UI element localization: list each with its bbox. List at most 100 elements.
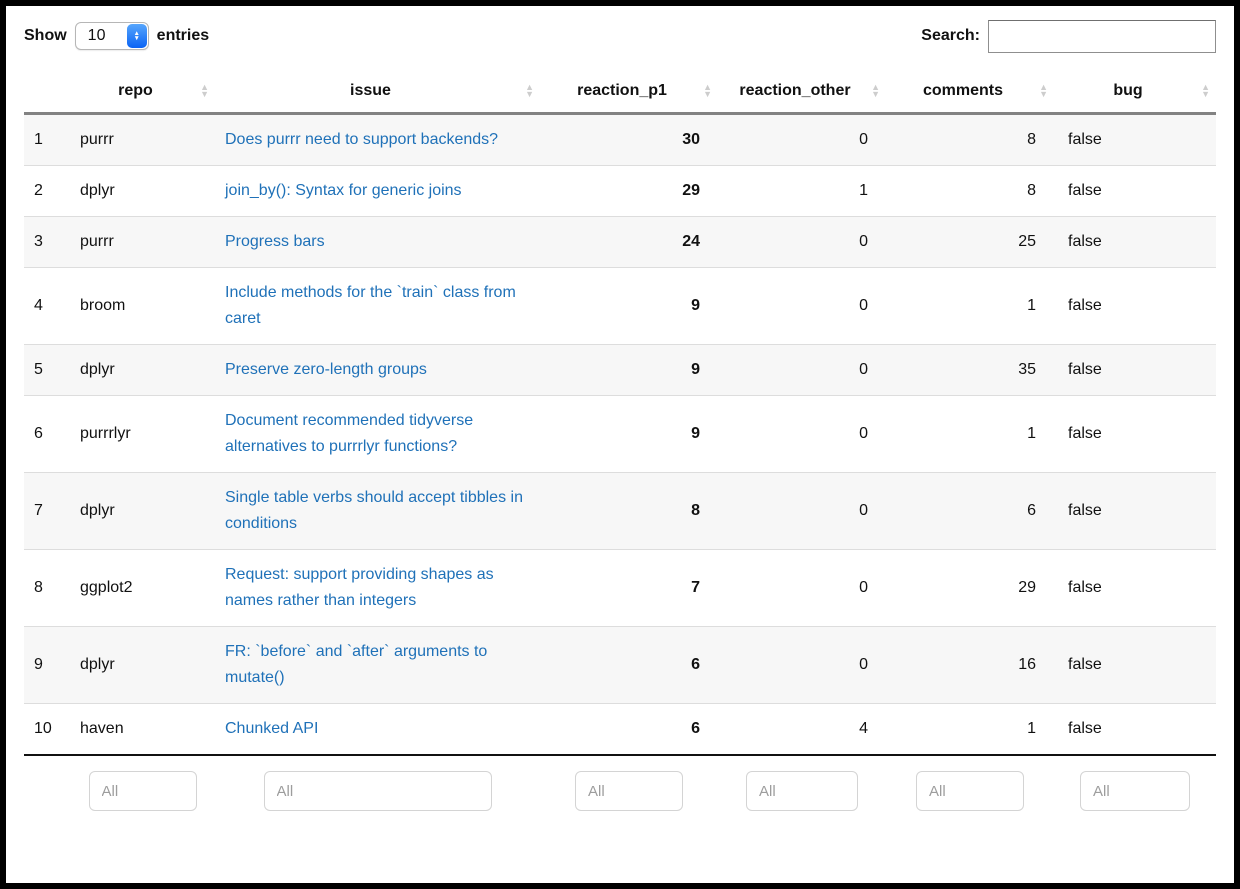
issue-cell: Progress bars (215, 217, 540, 268)
table-row: 10havenChunked API641false (24, 704, 1216, 756)
column-header-label: bug (1113, 82, 1142, 99)
table-row: 4broomInclude methods for the `train` cl… (24, 268, 1216, 345)
page-length-control: Show 10 ▲▼ entries (24, 22, 209, 50)
issue-link[interactable]: FR: `before` and `after` arguments to mu… (225, 643, 487, 686)
index-cell: 6 (24, 396, 70, 473)
bug-cell: false (1054, 704, 1216, 756)
bug-cell: false (1054, 268, 1216, 345)
page-length-value: 10 (88, 27, 106, 45)
reaction_p1-cell: 9 (540, 396, 718, 473)
sort-both-icon: ▲▼ (871, 84, 880, 98)
reaction_other-cell: 4 (718, 704, 886, 756)
issues-table: repo▲▼issue▲▼reaction_p1▲▼reaction_other… (24, 70, 1216, 817)
comments-cell: 35 (886, 345, 1054, 396)
table-row: 5dplyrPreserve zero-length groups9035fal… (24, 345, 1216, 396)
bug-cell: false (1054, 345, 1216, 396)
issue-cell: Include methods for the `train` class fr… (215, 268, 540, 345)
issue-cell: Document recommended tidyverse alternati… (215, 396, 540, 473)
column-filter-input-reaction_p1[interactable] (575, 771, 683, 811)
repo-cell: dplyr (70, 166, 215, 217)
column-filter-input-comments[interactable] (916, 771, 1024, 811)
reaction_p1-cell: 29 (540, 166, 718, 217)
issue-link[interactable]: Preserve zero-length groups (225, 361, 427, 378)
comments-cell: 1 (886, 396, 1054, 473)
reaction_other-cell: 0 (718, 396, 886, 473)
search-control: Search: (921, 20, 1216, 53)
show-label: Show (24, 27, 67, 45)
table-header: repo▲▼issue▲▼reaction_p1▲▼reaction_other… (24, 70, 1216, 114)
issue-link[interactable]: Does purrr need to support backends? (225, 131, 498, 148)
column-filter-input-repo[interactable] (89, 771, 197, 811)
reaction_p1-cell: 8 (540, 473, 718, 550)
repo-cell: purrrlyr (70, 396, 215, 473)
repo-cell: haven (70, 704, 215, 756)
issue-link[interactable]: Document recommended tidyverse alternati… (225, 412, 473, 455)
comments-cell: 8 (886, 114, 1054, 166)
column-header-label: reaction_p1 (577, 82, 667, 99)
index-cell: 2 (24, 166, 70, 217)
page-length-select[interactable]: 10 ▲▼ (75, 22, 149, 50)
table-row: 9dplyrFR: `before` and `after` arguments… (24, 627, 1216, 704)
column-filter-input-bug[interactable] (1080, 771, 1190, 811)
comments-cell: 29 (886, 550, 1054, 627)
reaction_other-cell: 0 (718, 627, 886, 704)
bug-cell: false (1054, 627, 1216, 704)
bug-cell: false (1054, 550, 1216, 627)
issue-link[interactable]: Request: support providing shapes as nam… (225, 566, 494, 609)
table-row: 8ggplot2Request: support providing shape… (24, 550, 1216, 627)
index-cell: 5 (24, 345, 70, 396)
issue-cell: Single table verbs should accept tibbles… (215, 473, 540, 550)
column-header-comments[interactable]: comments▲▼ (886, 70, 1054, 114)
column-header-reaction_other[interactable]: reaction_other▲▼ (718, 70, 886, 114)
search-input[interactable] (988, 20, 1216, 53)
column-header-issue[interactable]: issue ▲▼ (215, 70, 540, 114)
bug-cell: false (1054, 114, 1216, 166)
column-header-reaction_p1[interactable]: reaction_p1▲▼ (540, 70, 718, 114)
issue-link[interactable]: Single table verbs should accept tibbles… (225, 489, 523, 532)
reaction_p1-cell: 9 (540, 345, 718, 396)
index-cell: 4 (24, 268, 70, 345)
filter-cell-comments (886, 755, 1054, 817)
bug-cell: false (1054, 396, 1216, 473)
issue-link[interactable]: join_by(): Syntax for generic joins (225, 182, 462, 199)
comments-cell: 8 (886, 166, 1054, 217)
issue-link[interactable]: Include methods for the `train` class fr… (225, 284, 516, 327)
column-filter-input-reaction_other[interactable] (746, 771, 858, 811)
index-cell: 9 (24, 627, 70, 704)
comments-cell: 6 (886, 473, 1054, 550)
repo-cell: dplyr (70, 627, 215, 704)
column-header-label: repo (118, 82, 153, 99)
select-stepper-icon: ▲▼ (127, 24, 147, 48)
table-controls: Show 10 ▲▼ entries Search: (24, 18, 1216, 54)
repo-cell: purrr (70, 114, 215, 166)
issue-link[interactable]: Chunked API (225, 720, 318, 737)
issue-link[interactable]: Progress bars (225, 233, 325, 250)
reaction_p1-cell: 30 (540, 114, 718, 166)
entries-label: entries (157, 27, 209, 45)
issue-cell: join_by(): Syntax for generic joins (215, 166, 540, 217)
sort-both-icon: ▲▼ (200, 84, 209, 98)
index-cell: 10 (24, 704, 70, 756)
reaction_other-cell: 0 (718, 345, 886, 396)
column-header-label: issue (350, 82, 391, 99)
bug-cell: false (1054, 473, 1216, 550)
column-header-repo[interactable]: repo ▲▼ (70, 70, 215, 114)
column-header-index (24, 70, 70, 114)
column-filter-input-issue[interactable] (264, 771, 492, 811)
table-row: 7dplyrSingle table verbs should accept t… (24, 473, 1216, 550)
repo-cell: dplyr (70, 473, 215, 550)
column-header-bug[interactable]: bug▲▼ (1054, 70, 1216, 114)
index-cell: 1 (24, 114, 70, 166)
reaction_p1-cell: 7 (540, 550, 718, 627)
reaction_other-cell: 0 (718, 217, 886, 268)
bug-cell: false (1054, 166, 1216, 217)
bug-cell: false (1054, 217, 1216, 268)
table-row: 3purrrProgress bars24025false (24, 217, 1216, 268)
filter-cell-reaction_p1 (540, 755, 718, 817)
table-row: 6purrrlyrDocument recommended tidyverse … (24, 396, 1216, 473)
table-footer (24, 755, 1216, 817)
reaction_p1-cell: 24 (540, 217, 718, 268)
filter-cell-reaction_other (718, 755, 886, 817)
sort-both-icon: ▲▼ (525, 84, 534, 98)
reaction_other-cell: 0 (718, 268, 886, 345)
